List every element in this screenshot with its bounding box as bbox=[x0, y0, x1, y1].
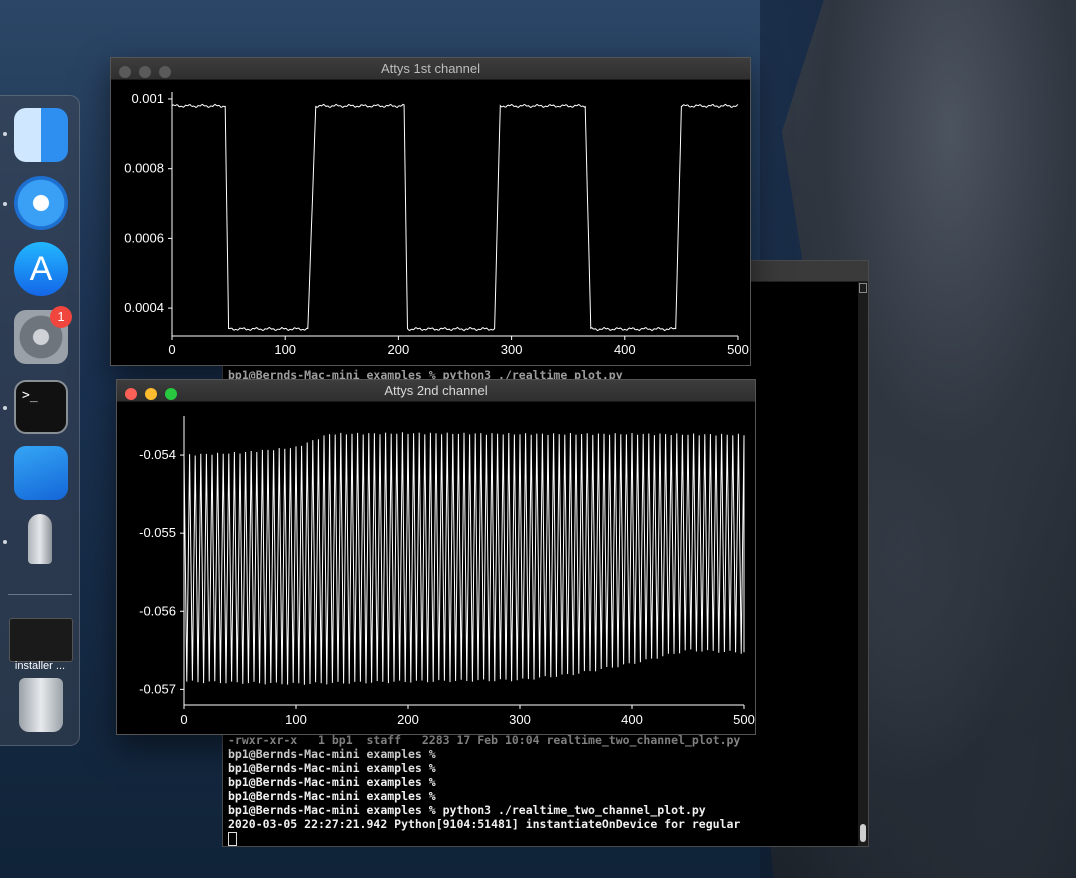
y-tick-label: 0.0008 bbox=[124, 161, 164, 176]
x-tick-label: 0 bbox=[168, 342, 175, 357]
split-pane-icon[interactable] bbox=[859, 283, 867, 293]
python-launcher-icon[interactable] bbox=[14, 512, 68, 566]
terminal-line: bp1@Bernds-Mac-mini examples % python3 .… bbox=[228, 803, 706, 817]
window-title: Attys 2nd channel bbox=[384, 383, 488, 398]
xcode-icon[interactable] bbox=[14, 446, 68, 500]
y-tick-label: 0.0004 bbox=[124, 300, 164, 315]
terminal-line: bp1@Bernds-Mac-mini examples % bbox=[228, 761, 436, 775]
x-tick-label: 300 bbox=[509, 712, 531, 727]
plot-window-2nd-channel[interactable]: Attys 2nd channel 0 100 200 300 400 500 -0.054… bbox=[116, 379, 756, 735]
channel-1-plot: 0 100 200 300 400 500 0.0004 0.0006 0.0008 0.001 bbox=[124, 91, 749, 357]
terminal-icon[interactable]: >_ bbox=[14, 380, 68, 434]
running-indicator bbox=[3, 540, 7, 544]
channel-2-plot: 0 100 200 300 400 500 -0.054 -0.055 -0.056 -0.057 bbox=[139, 416, 755, 727]
x-tick-label: 200 bbox=[388, 342, 410, 357]
x-tick-label: 100 bbox=[285, 712, 307, 727]
terminal-scrollbar[interactable] bbox=[858, 281, 868, 846]
window-controls bbox=[125, 385, 185, 406]
terminal-prompt[interactable] bbox=[228, 831, 237, 846]
x-tick-label: 500 bbox=[733, 712, 755, 727]
window-titlebar[interactable]: Attys 1st channel bbox=[111, 58, 750, 80]
running-indicator bbox=[3, 202, 7, 206]
window-title: Attys 1st channel bbox=[381, 61, 480, 76]
minimize-button[interactable] bbox=[139, 66, 151, 78]
close-button[interactable] bbox=[119, 66, 131, 78]
channel-1-signal-line bbox=[171, 103, 739, 332]
safari-icon[interactable] bbox=[14, 176, 68, 230]
window-titlebar[interactable]: Attys 2nd channel bbox=[117, 380, 755, 402]
running-indicator bbox=[3, 132, 7, 136]
dock-divider bbox=[8, 594, 72, 595]
terminal-line: bp1@Bernds-Mac-mini examples % bbox=[228, 747, 436, 761]
y-tick-label: 0.001 bbox=[131, 91, 164, 106]
y-tick-label: -0.054 bbox=[139, 447, 176, 462]
x-tick-label: 0 bbox=[180, 712, 187, 727]
zoom-button[interactable] bbox=[159, 66, 171, 78]
x-tick-label: 400 bbox=[621, 712, 643, 727]
finder-icon[interactable] bbox=[14, 108, 68, 162]
dock: A 1 >_ installer ... bbox=[0, 95, 80, 746]
y-tick-label: -0.055 bbox=[139, 525, 176, 540]
text-cursor bbox=[228, 831, 237, 846]
minimize-button[interactable] bbox=[145, 388, 157, 400]
y-tick-label: -0.057 bbox=[139, 681, 176, 696]
channel-2-signal-line bbox=[183, 432, 745, 685]
window-controls bbox=[119, 63, 179, 84]
trash-icon[interactable] bbox=[19, 678, 63, 732]
running-indicator bbox=[3, 406, 7, 410]
installer-window-thumbnail[interactable] bbox=[9, 618, 73, 662]
y-tick-label: -0.056 bbox=[139, 603, 176, 618]
terminal-line: 2020-03-05 22:27:21.942 Python[9104:5148… bbox=[228, 817, 741, 831]
zoom-button[interactable] bbox=[165, 388, 177, 400]
x-tick-label: 100 bbox=[274, 342, 296, 357]
close-button[interactable] bbox=[125, 388, 137, 400]
terminal-line: bp1@Bernds-Mac-mini examples % bbox=[228, 775, 436, 789]
y-tick-label: 0.0006 bbox=[124, 230, 164, 245]
x-tick-label: 500 bbox=[727, 342, 749, 357]
plot-window-1st-channel[interactable]: Attys 1st channel 0 100 200 300 400 500 0.0004… bbox=[110, 57, 751, 366]
installer-label: installer ... bbox=[14, 660, 66, 672]
rocket-shape bbox=[28, 514, 52, 564]
terminal-line: bp1@Bernds-Mac-mini examples % bbox=[228, 789, 436, 803]
notification-badge: 1 bbox=[50, 306, 72, 328]
x-tick-label: 400 bbox=[614, 342, 636, 357]
scrollbar-thumb[interactable] bbox=[860, 824, 866, 842]
x-tick-label: 200 bbox=[397, 712, 419, 727]
app-store-icon[interactable]: A bbox=[14, 242, 68, 296]
x-tick-label: 300 bbox=[501, 342, 523, 357]
